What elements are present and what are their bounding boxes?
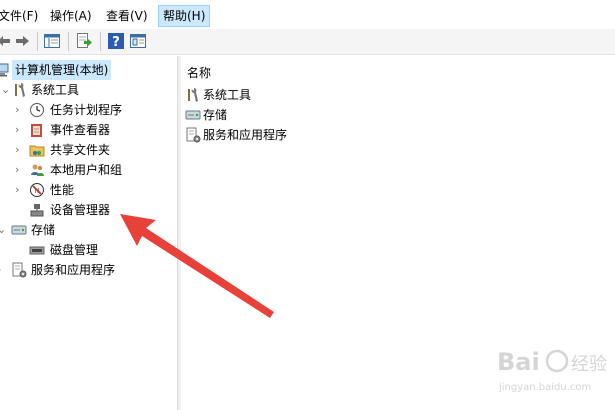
show-hide-tree-icon[interactable]	[43, 32, 61, 50]
expand-chevron-icon[interactable]: ›	[15, 160, 19, 180]
properties-icon[interactable]	[129, 32, 147, 50]
baidu-watermark: Bai 经验 jingyan.baidu.com	[497, 348, 607, 393]
tree-item-storage[interactable]: ⌄ 存储	[0, 220, 177, 240]
watermark-url: jingyan.baidu.com	[498, 382, 591, 393]
navigation-tree[interactable]: 计算机管理(本地) ⌄ 系统工具 › 任务计划程序 › 事件查看器 › 共享文件…	[0, 56, 178, 410]
toolbar-separator	[100, 32, 101, 51]
expand-chevron-icon[interactable]: ›	[15, 100, 19, 120]
disk-management-icon	[29, 246, 45, 255]
system-tools-icon	[15, 83, 25, 97]
menu-view[interactable]: 查看(V)	[102, 6, 152, 26]
clock-icon	[30, 103, 44, 117]
toolbar-separator	[37, 32, 38, 51]
tree-item-label: 事件查看器	[50, 123, 111, 137]
collapse-chevron-icon[interactable]: ⌄	[1, 80, 10, 100]
paw-icon	[545, 349, 569, 373]
tree-item-task-scheduler[interactable]: › 任务计划程序	[0, 100, 177, 120]
svg-text:N: N	[34, 187, 39, 195]
help-icon[interactable]: ?	[107, 32, 125, 50]
storage-icon	[11, 225, 27, 235]
watermark-brand-cn: 经验	[571, 354, 607, 375]
menu-file[interactable]: 文件(F)	[0, 6, 42, 26]
performance-icon: N	[30, 183, 44, 197]
expand-chevron-icon[interactable]: ›	[15, 140, 19, 160]
menu-bar: 文件(F) 操作(A) 查看(V) 帮助(H)	[0, 0, 615, 30]
system-tools-icon	[188, 88, 198, 102]
expand-chevron-icon[interactable]: ›	[15, 120, 19, 140]
list-item-label: 存储	[203, 108, 228, 122]
list-item-label: 系统工具	[203, 88, 252, 102]
event-viewer-icon	[31, 124, 42, 137]
tree-item-label: 系统工具	[31, 83, 80, 97]
expand-chevron-icon[interactable]: ›	[0, 260, 1, 280]
toolbar: ?	[0, 29, 615, 55]
shared-folder-icon	[29, 145, 45, 157]
export-list-icon[interactable]	[75, 32, 93, 50]
tree-item-shared-folders[interactable]: › 共享文件夹	[0, 140, 177, 160]
tree-item-label: 服务和应用程序	[31, 263, 116, 277]
watermark-brand: Bai	[497, 348, 540, 376]
computer-management-icon	[0, 63, 9, 77]
list-item-label: 服务和应用程序	[203, 128, 288, 142]
tree-item-label: 共享文件夹	[50, 143, 111, 157]
toolbar-separator	[68, 32, 69, 51]
services-icon	[12, 262, 27, 278]
expand-chevron-icon[interactable]: ›	[15, 180, 19, 200]
services-icon	[186, 127, 201, 143]
svg-text:?: ?	[112, 35, 120, 50]
tree-item-label: 计算机管理(本地)	[12, 60, 112, 80]
tree-item-device-manager[interactable]: 设备管理器	[0, 200, 177, 220]
device-manager-icon	[30, 204, 44, 217]
tree-item-local-users-groups[interactable]: › 本地用户和组	[0, 160, 177, 180]
tree-item-performance[interactable]: › N 性能	[0, 180, 177, 200]
tree-item-label: 存储	[31, 223, 56, 237]
storage-icon	[185, 110, 201, 120]
tree-item-computer-management[interactable]: 计算机管理(本地)	[0, 60, 177, 80]
back-arrow-icon[interactable]	[0, 32, 14, 50]
collapse-chevron-icon[interactable]: ⌄	[0, 220, 6, 240]
menu-action[interactable]: 操作(A)	[46, 6, 96, 26]
tree-item-label: 性能	[50, 183, 75, 197]
tree-item-system-tools[interactable]: ⌄ 系统工具	[0, 80, 177, 100]
users-icon	[31, 164, 44, 176]
tree-item-label: 设备管理器	[50, 203, 111, 217]
forward-arrow-icon[interactable]	[14, 32, 32, 50]
tree-item-label: 磁盘管理	[50, 243, 99, 257]
tree-item-services-apps[interactable]: › 服务和应用程序	[0, 260, 177, 280]
tree-item-label: 本地用户和组	[50, 163, 123, 177]
column-header-name[interactable]: 名称	[187, 64, 211, 81]
tree-item-disk-management[interactable]: 磁盘管理	[0, 240, 177, 260]
menu-help[interactable]: 帮助(H)	[158, 5, 211, 27]
tree-item-label: 任务计划程序	[50, 103, 123, 117]
tree-item-event-viewer[interactable]: › 事件查看器	[0, 120, 177, 140]
